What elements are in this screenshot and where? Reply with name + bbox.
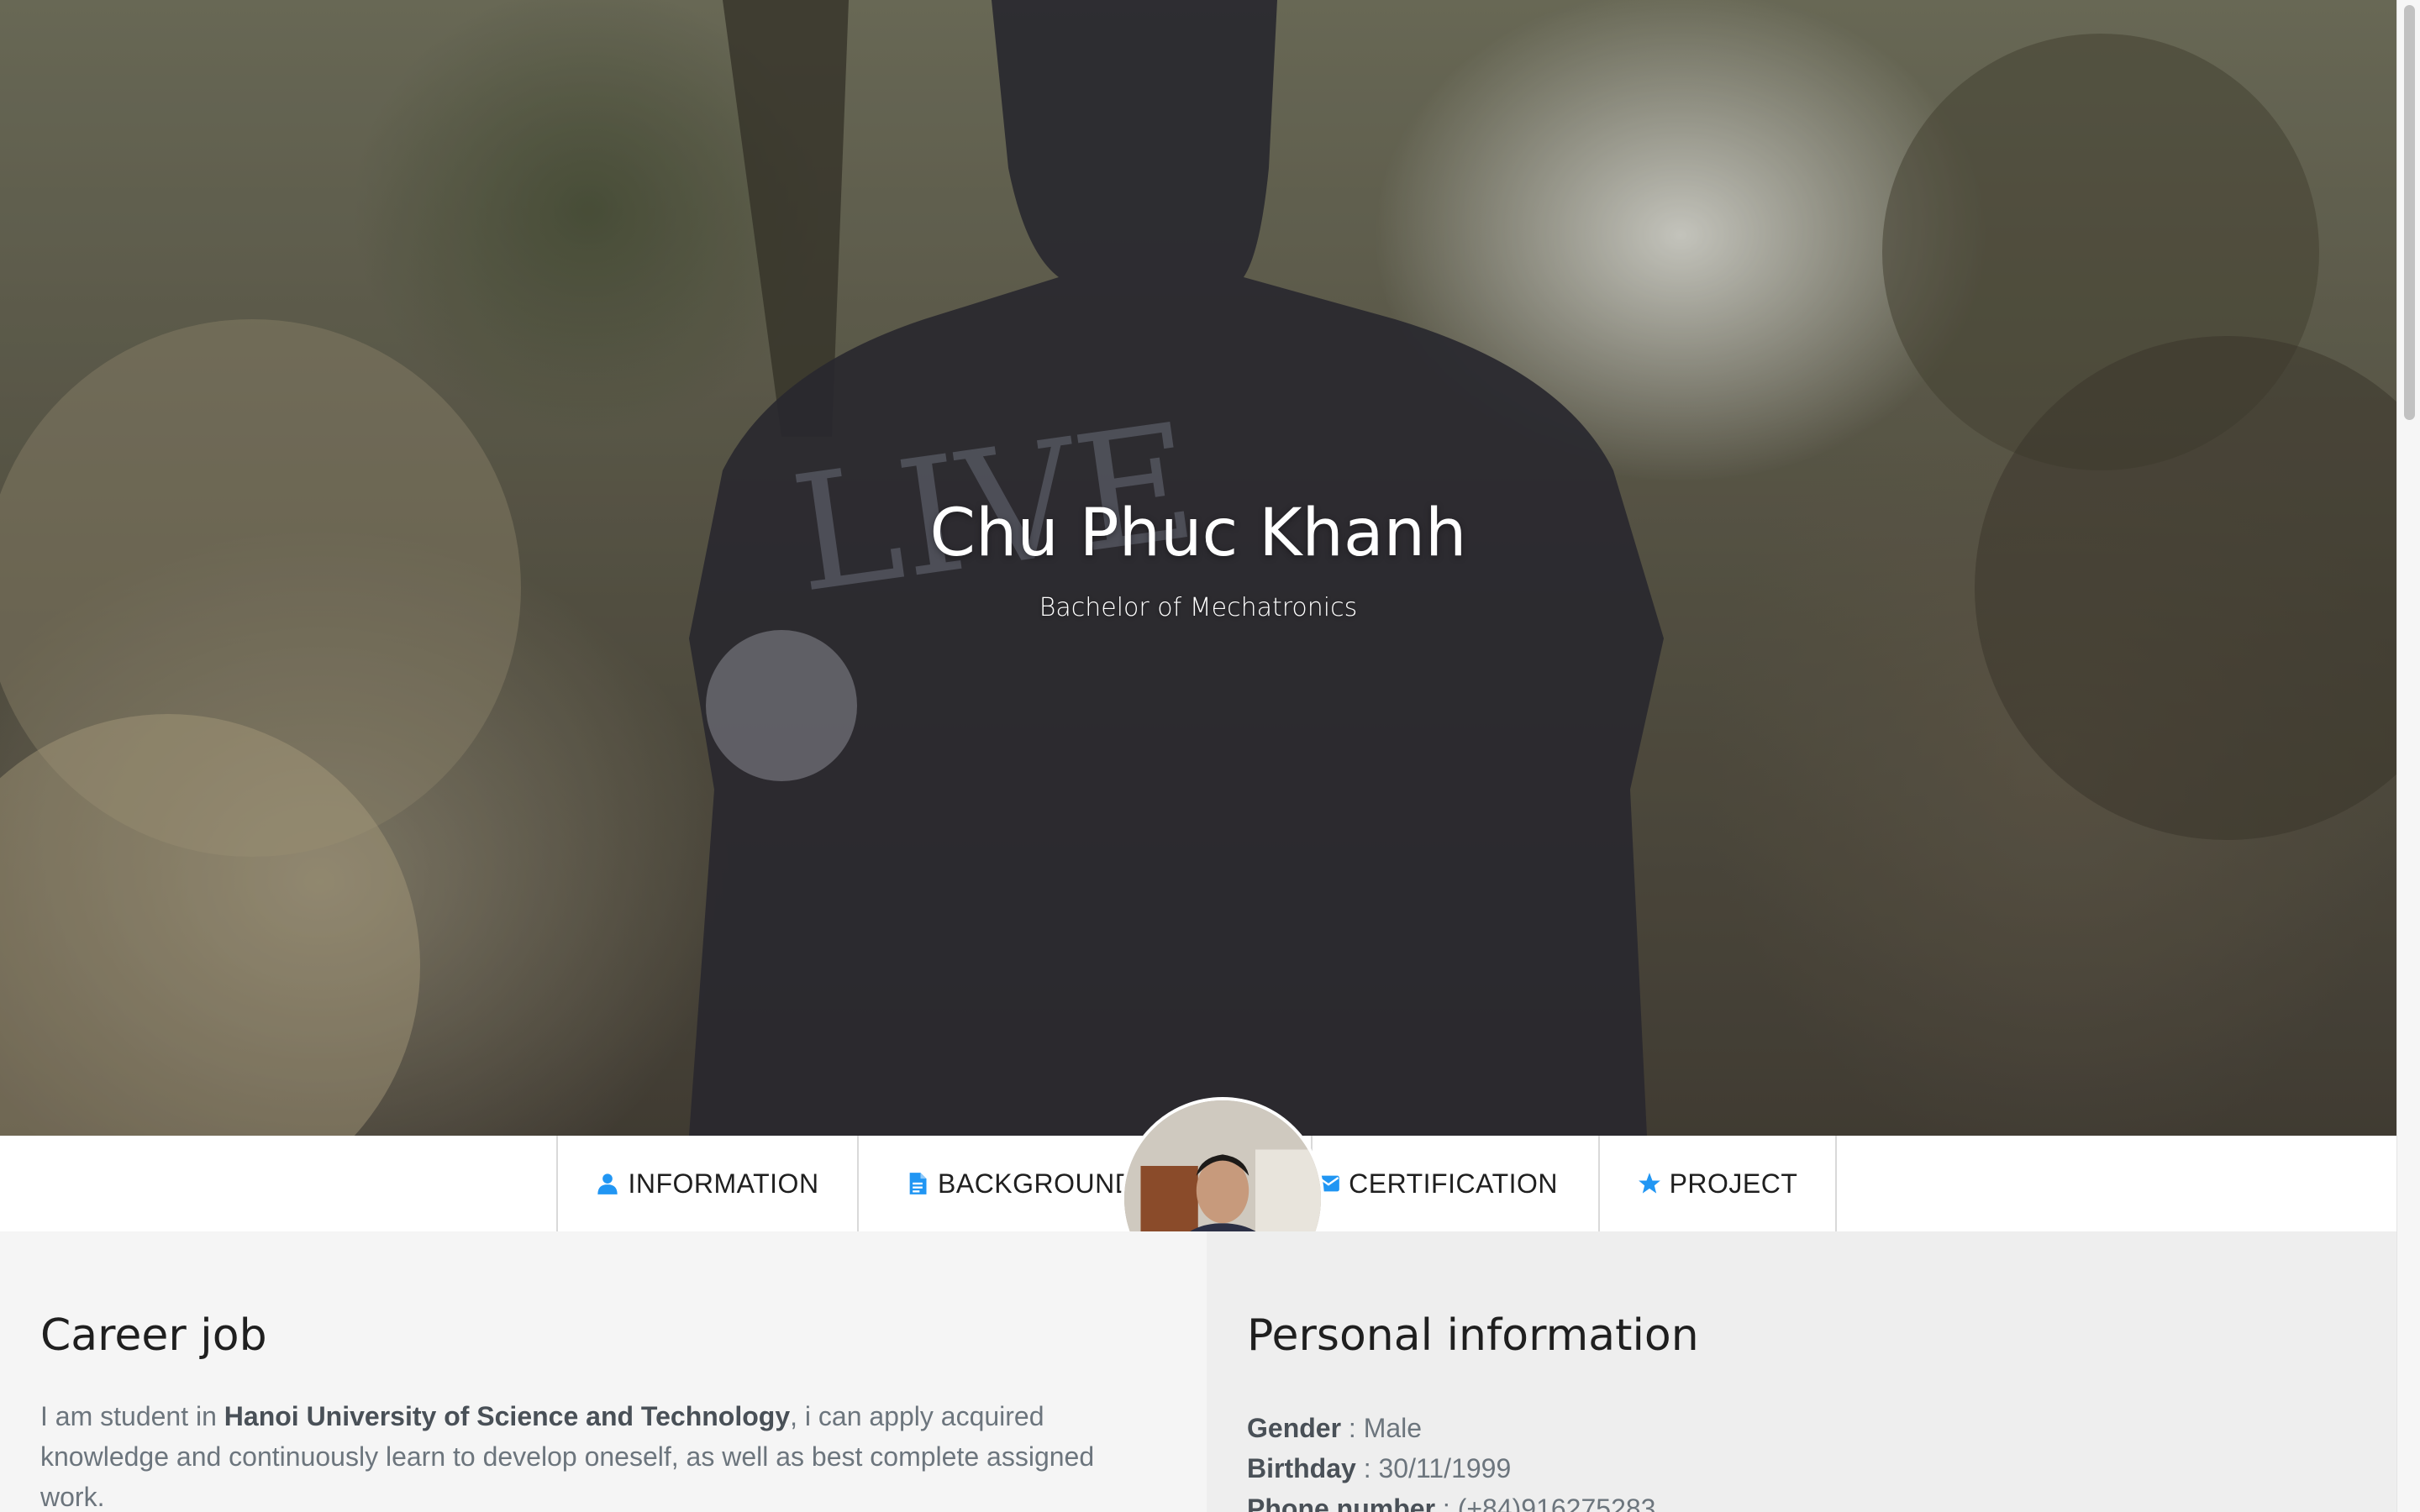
- scrollbar-thumb[interactable]: [2404, 5, 2415, 420]
- page-scrollbar[interactable]: [2396, 0, 2420, 1512]
- info-label: Gender: [1247, 1413, 1342, 1443]
- info-row-birthday: Birthday : 30/11/1999: [1247, 1453, 1512, 1483]
- career-description: I am student in Hanoi University of Scie…: [40, 1396, 1158, 1512]
- personal-info-section: Personal information Gender : Male Birth…: [1207, 1231, 2396, 1512]
- nav-information[interactable]: INFORMATION: [556, 1136, 857, 1231]
- career-title: Career job: [40, 1310, 267, 1361]
- nav-background-label: BACKGROUND: [938, 1168, 1135, 1199]
- profile-name: Chu Phuc Khanh: [929, 496, 1467, 571]
- career-text-before: I am student in: [40, 1401, 224, 1431]
- info-label: Birthday: [1247, 1453, 1356, 1483]
- star-icon: [1638, 1172, 1661, 1195]
- hero-text: Chu Phuc Khanh Bachelor of Mechatronics: [0, 496, 2396, 622]
- user-icon: [596, 1172, 619, 1195]
- career-section: Career job I am student in Hanoi Univers…: [0, 1231, 1207, 1512]
- info-value: (+84)916275283: [1457, 1494, 1656, 1512]
- nav-background[interactable]: BACKGROUND: [857, 1136, 1141, 1231]
- career-university: Hanoi University of Science and Technolo…: [224, 1401, 791, 1431]
- nav-information-label: INFORMATION: [628, 1168, 819, 1199]
- hero-banner: LIVE Chu Phuc Khanh Bachelor of Mechatro…: [0, 0, 2396, 1136]
- profile-subtitle: Bachelor of Mechatronics: [1039, 593, 1358, 622]
- info-label: Phone number: [1247, 1494, 1436, 1512]
- info-value: 30/11/1999: [1378, 1453, 1512, 1483]
- personal-info-list: Gender : Male Birthday : 30/11/1999 Phon…: [1247, 1408, 2339, 1512]
- info-value: Male: [1363, 1413, 1423, 1443]
- info-row-gender: Gender : Male: [1247, 1413, 1423, 1443]
- nav-certification-label: CERTIFICATION: [1349, 1168, 1558, 1199]
- document-icon: [906, 1172, 929, 1195]
- nav-certification[interactable]: CERTIFICATION: [1311, 1136, 1598, 1231]
- nav-project-label: PROJECT: [1669, 1168, 1798, 1199]
- info-row-phone: Phone number : (+84)916275283: [1247, 1488, 2339, 1512]
- personal-info-title: Personal information: [1247, 1310, 1699, 1361]
- nav-project[interactable]: PROJECT: [1598, 1136, 1837, 1231]
